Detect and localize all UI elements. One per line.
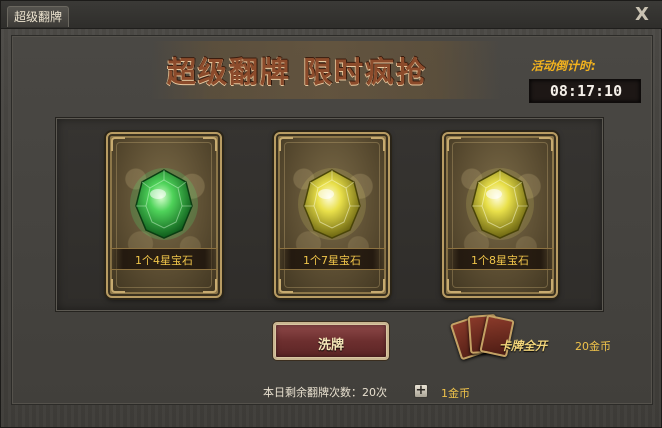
- card-corner-ornament: [111, 279, 125, 293]
- card-corner-ornament: [371, 137, 385, 151]
- add-flips-price: 1金币: [441, 387, 470, 400]
- title-bar: 超级翻牌 X: [1, 1, 662, 29]
- card-prize-label: 1个4星宝石: [135, 254, 193, 267]
- card-corner-ornament: [447, 137, 461, 151]
- card-corner-ornament: [447, 279, 461, 293]
- card-corner-ornament: [539, 279, 553, 293]
- countdown-value: 08:17:10: [549, 82, 623, 100]
- card-corner-ornament: [111, 137, 125, 151]
- remaining-flips-text: 本日剩余翻牌次数：20次: [263, 386, 387, 399]
- open-all-label: 卡牌全开: [499, 339, 548, 353]
- card-label-bar: 1个7星宝石: [278, 248, 386, 270]
- window-title-tab[interactable]: 超级翻牌: [7, 6, 69, 27]
- card-corner-ornament: [539, 137, 553, 151]
- add-flips-button[interactable]: +: [414, 384, 428, 398]
- prize-card-3[interactable]: 1个8星宝石: [442, 132, 558, 298]
- super-flip-window: 超级翻牌 X 超级翻牌 限时疯抢 活动倒计时: 08:17:10 1个4星宝石 …: [0, 0, 662, 428]
- close-icon[interactable]: X: [633, 6, 651, 25]
- yellow-gem-icon: [462, 162, 538, 242]
- card-prize-label: 1个7星宝石: [303, 254, 361, 267]
- prize-card-1[interactable]: 1个4星宝石: [106, 132, 222, 298]
- card-corner-ornament: [203, 279, 217, 293]
- card-corner-ornament: [371, 279, 385, 293]
- shuffle-button[interactable]: 洗牌: [273, 322, 389, 360]
- card-corner-ornament: [279, 137, 293, 151]
- banner-title: 超级翻牌 限时疯抢: [167, 55, 428, 89]
- green-gem-icon: [126, 162, 202, 242]
- card-prize-label: 1个8星宝石: [471, 254, 529, 267]
- card-label-bar: 1个8星宝石: [446, 248, 554, 270]
- countdown-timer: 08:17:10: [529, 79, 641, 103]
- shuffle-button-label: 洗牌: [317, 338, 344, 353]
- prize-card-2[interactable]: 1个7星宝石: [274, 132, 390, 298]
- card-label-bar: 1个4星宝石: [110, 248, 218, 270]
- card-corner-ornament: [203, 137, 217, 151]
- open-all-cards-button[interactable]: 卡牌全开: [449, 313, 571, 363]
- card-corner-ornament: [279, 279, 293, 293]
- yellow-gem-icon: [294, 162, 370, 242]
- countdown-label: 活动倒计时:: [531, 59, 596, 73]
- open-all-price: 20金币: [575, 340, 611, 353]
